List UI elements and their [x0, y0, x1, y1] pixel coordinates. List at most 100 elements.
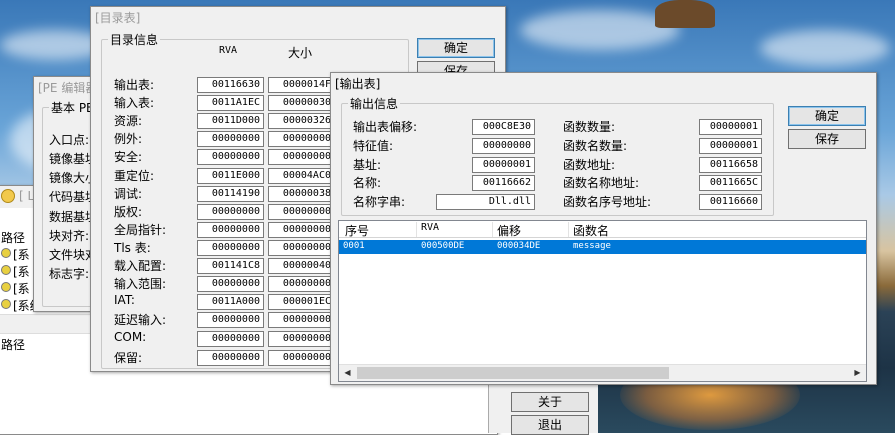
column-header-rva[interactable]: RVA	[417, 222, 493, 237]
export-field-value[interactable]: 00000001	[472, 157, 535, 173]
export-title: [输出表]	[335, 77, 381, 91]
exit-button[interactable]: 退出	[511, 415, 589, 435]
directory-size-field[interactable]: 00000038	[268, 186, 335, 202]
directory-size-field[interactable]: 00000000	[268, 331, 335, 347]
directory-rva-field[interactable]: 00000000	[197, 204, 264, 220]
directory-size-field[interactable]: 00000000	[268, 204, 335, 220]
directory-row-label: 延迟输入:	[114, 313, 167, 327]
directory-rva-field[interactable]: 0011D000	[197, 113, 264, 129]
path-column-header[interactable]: 路径	[1, 229, 25, 246]
directory-rva-field[interactable]: 00000000	[197, 350, 264, 366]
export-function-table[interactable]: 序号 RVA 偏移 函数名 0001 000500DE 000034DE mes…	[338, 220, 867, 382]
table-row[interactable]: 0001 000500DE 000034DE message	[339, 240, 866, 254]
export-field-value[interactable]: Dll.dll	[436, 194, 535, 210]
export-field-value[interactable]: 00000001	[699, 119, 762, 135]
directory-size-field[interactable]: 00000000	[268, 222, 335, 238]
scroll-left-icon[interactable]: ◀	[339, 365, 356, 381]
pe-label: 入口点:	[49, 133, 90, 147]
directory-rva-field[interactable]: 00000000	[197, 331, 264, 347]
status-icon	[1, 265, 11, 275]
export-field-value[interactable]: 0011665C	[699, 175, 762, 191]
directory-row-label: 输入范围:	[114, 277, 167, 291]
directory-rva-field[interactable]: 00116630	[197, 77, 264, 93]
directory-title: [目录表]	[95, 11, 141, 25]
directory-rva-field[interactable]: 0011A1EC	[197, 95, 264, 111]
directory-row-label: 资源:	[114, 114, 143, 128]
directory-row-label: IAT:	[114, 293, 135, 307]
path-column-header-lower[interactable]: 路径	[1, 336, 25, 353]
directory-group-title: 目录信息	[108, 31, 161, 48]
status-icon	[1, 299, 11, 309]
export-field-value[interactable]: 00116658	[699, 157, 762, 173]
export-field-label: 函数名序号地址:	[563, 195, 652, 209]
directory-size-field[interactable]: 00000000	[268, 149, 335, 165]
export-field-label: 特征值:	[353, 139, 394, 153]
directory-size-field[interactable]: 00000040	[268, 258, 335, 274]
directory-row-label: 输入表:	[114, 96, 155, 110]
ok-button[interactable]: 确定	[788, 106, 866, 126]
directory-size-field[interactable]: 00000326	[268, 113, 335, 129]
directory-row-label: 版权:	[114, 205, 143, 219]
directory-rva-field[interactable]: 0011E000	[197, 168, 264, 184]
directory-size-field[interactable]: 00000000	[268, 276, 335, 292]
pe-basic-group-title: 基本 PE	[49, 99, 96, 116]
directory-row-label: 调试:	[114, 187, 143, 201]
export-field-value[interactable]: 00000001	[699, 138, 762, 154]
save-button[interactable]: 保存	[788, 129, 866, 149]
directory-rva-field[interactable]: 00000000	[197, 222, 264, 238]
scrollbar-thumb[interactable]	[357, 367, 669, 379]
directory-size-field[interactable]: 00004AC0	[268, 168, 335, 184]
list-item-label: [系	[13, 282, 30, 296]
export-field-value[interactable]: 00000000	[472, 138, 535, 154]
loader-side-panel: 关于 退出	[488, 385, 598, 435]
pe-label: 块对齐:	[49, 229, 90, 243]
directory-rva-field[interactable]: 00000000	[197, 276, 264, 292]
pe-label: 标志字:	[49, 267, 90, 281]
column-header-ordinal[interactable]: 序号	[341, 222, 417, 238]
directory-row-label: 载入配置:	[114, 259, 167, 273]
export-field-label: 函数地址:	[563, 158, 616, 172]
ok-button[interactable]: 确定	[417, 38, 495, 58]
row-offset: 000034DE	[497, 241, 541, 251]
directory-row-label: 全局指针:	[114, 223, 167, 237]
rva-column-header: RVA	[219, 45, 238, 56]
directory-size-field[interactable]: 000001EC	[268, 294, 335, 310]
export-field-label: 函数名称地址:	[563, 176, 640, 190]
directory-size-field[interactable]: 00000000	[268, 240, 335, 256]
export-field-value[interactable]: 00116662	[472, 175, 535, 191]
status-icon	[1, 248, 11, 258]
directory-rva-field[interactable]: 001141C8	[197, 258, 264, 274]
directory-size-field[interactable]: 0000014F	[268, 77, 335, 93]
directory-row-label: 保留:	[114, 351, 143, 365]
directory-rva-field[interactable]: 00000000	[197, 240, 264, 256]
export-field-label: 函数名数量:	[563, 139, 628, 153]
about-button[interactable]: 关于	[511, 392, 589, 412]
column-header-offset[interactable]: 偏移	[493, 222, 569, 238]
status-icon	[1, 282, 11, 292]
pe-editor-title: [PE 编辑器	[38, 81, 98, 95]
directory-row-label: 安全:	[114, 150, 143, 164]
warning-icon	[1, 189, 15, 203]
directory-size-field[interactable]: 00000030	[268, 95, 335, 111]
directory-size-field[interactable]: 00000000	[268, 131, 335, 147]
rock	[655, 0, 715, 28]
directory-rva-field[interactable]: 00000000	[197, 312, 264, 328]
row-ordinal: 0001	[343, 241, 365, 251]
directory-rva-field[interactable]: 00114190	[197, 186, 264, 202]
directory-rva-field[interactable]: 0011A000	[197, 294, 264, 310]
horizontal-scrollbar[interactable]: ◀ ▶	[339, 364, 866, 381]
scroll-right-icon[interactable]: ▶	[849, 365, 866, 381]
table-header: 序号 RVA 偏移 函数名	[339, 221, 866, 238]
row-function-name: message	[573, 241, 611, 251]
export-field-label: 名称:	[353, 176, 382, 190]
export-info-group-title: 输出信息	[348, 95, 401, 112]
directory-rva-field[interactable]: 00000000	[197, 131, 264, 147]
export-field-value[interactable]: 00116660	[699, 194, 762, 210]
directory-size-field[interactable]: 00000000	[268, 350, 335, 366]
directory-rva-field[interactable]: 00000000	[197, 149, 264, 165]
directory-row-label: COM:	[114, 330, 147, 344]
directory-size-field[interactable]: 00000000	[268, 312, 335, 328]
export-field-value[interactable]: 000C8E30	[472, 119, 535, 135]
column-header-function-name[interactable]: 函数名	[569, 222, 866, 238]
export-field-label: 名称字串:	[353, 195, 406, 209]
